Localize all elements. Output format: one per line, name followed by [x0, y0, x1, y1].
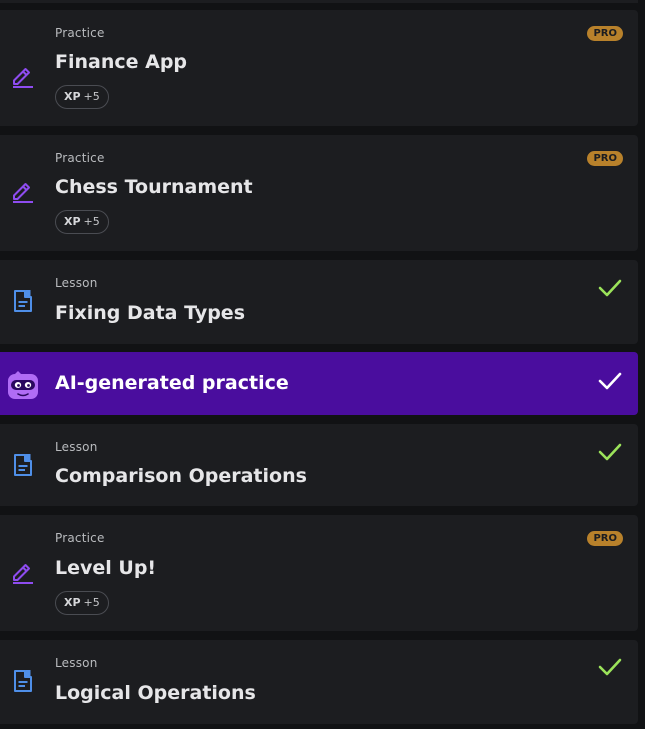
item-type-label: Practice: [55, 151, 105, 165]
document-icon: [10, 452, 36, 478]
check-icon: [598, 371, 622, 391]
item-title: Fixing Data Types: [55, 302, 245, 324]
check-icon: [598, 657, 622, 677]
item-type-label: Practice: [55, 26, 105, 40]
pencil-icon: [10, 560, 36, 586]
document-icon: [10, 668, 36, 694]
practice-card-chess-tournament[interactable]: Practice Chess Tournament XP +5 PRO: [0, 135, 638, 251]
pencil-icon: [10, 179, 36, 205]
pencil-icon: [10, 64, 36, 90]
item-title: Comparison Operations: [55, 465, 307, 487]
lesson-card-fixing-data-types[interactable]: Lesson Fixing Data Types: [0, 260, 638, 344]
pro-badge: PRO: [587, 151, 623, 166]
xp-badge: XP +5: [55, 210, 109, 234]
xp-badge: XP +5: [55, 85, 109, 109]
item-type-label: Lesson: [55, 440, 98, 454]
pro-badge: PRO: [587, 26, 623, 41]
item-title: Logical Operations: [55, 682, 256, 704]
practice-card-finance-app[interactable]: Practice Finance App XP +5 PRO: [0, 10, 638, 126]
robot-mascot-icon: [7, 371, 39, 401]
lesson-card-comparison-operations[interactable]: Lesson Comparison Operations: [0, 424, 638, 506]
check-icon: [598, 442, 622, 462]
item-type-label: Practice: [55, 531, 105, 545]
item-title: AI-generated practice: [55, 372, 289, 394]
item-title: Level Up!: [55, 557, 157, 579]
xp-badge: XP +5: [55, 591, 109, 615]
document-icon: [10, 288, 36, 314]
item-type-label: Lesson: [55, 656, 98, 670]
lesson-card-logical-operations[interactable]: Lesson Logical Operations: [0, 640, 638, 724]
item-title: Finance App: [55, 51, 188, 73]
item-title: Chess Tournament: [55, 176, 253, 198]
check-icon: [598, 278, 622, 298]
practice-card-level-up[interactable]: Practice Level Up! XP +5 PRO: [0, 515, 638, 631]
item-type-label: Lesson: [55, 276, 98, 290]
ai-practice-card[interactable]: AI-generated practice: [0, 352, 638, 415]
pro-badge: PRO: [587, 531, 623, 546]
previous-card-edge: [0, 0, 638, 3]
module-item-list: Practice Finance App XP +5 PRO Practice C…: [0, 0, 645, 729]
